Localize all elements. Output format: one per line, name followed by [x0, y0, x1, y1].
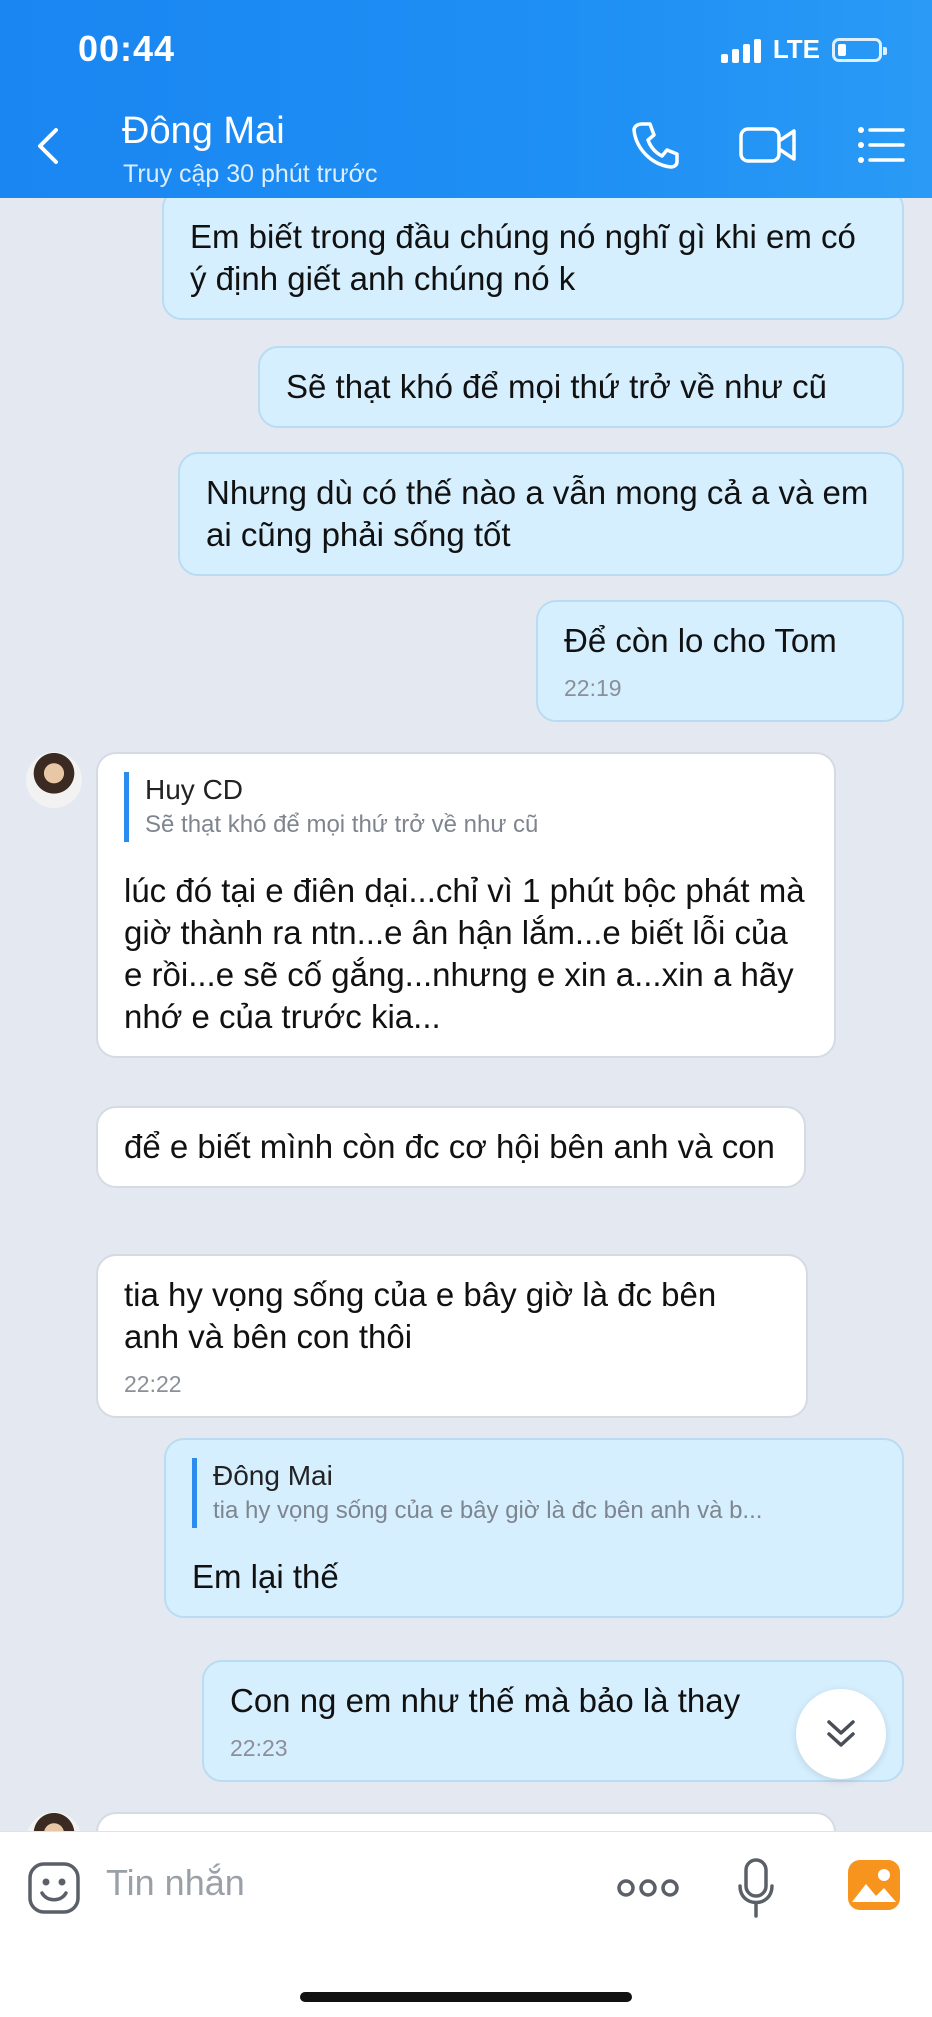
phone-icon[interactable]	[630, 120, 680, 170]
message-bubble[interactable]: Sẽ thạt khó để mọi thứ trở về như cũ	[258, 346, 904, 428]
battery-icon	[832, 37, 887, 62]
message-text: lúc đó tại e điên dại...chỉ vì 1 phút bộ…	[124, 872, 805, 1035]
status-indicators: LTE	[720, 34, 887, 65]
message-bubble[interactable]: Đông Mai tia hy vọng sống của e bây giờ …	[164, 1438, 904, 1618]
message-bubble[interactable]: Em biết trong đầu chúng nó nghĩ gì khi e…	[162, 198, 904, 320]
message-input[interactable]: Tin nhắn	[106, 1862, 245, 1904]
message-text: để e biết mình còn đc cơ hội bên anh và …	[124, 1128, 775, 1165]
message-list[interactable]: Em biết trong đầu chúng nó nghĩ gì khi e…	[0, 198, 932, 1831]
message-text: Sẽ thạt khó để mọi thứ trở về như cũ	[286, 368, 827, 405]
chat-header: 00:44 LTE Đông Mai Truy cập 30 phút trướ…	[0, 0, 932, 198]
signal-icon	[720, 37, 761, 63]
video-icon[interactable]	[738, 120, 798, 170]
message-time: 22:22	[124, 1371, 182, 1397]
message-text: Con ng em như thế mà bảo là thay	[230, 1682, 741, 1719]
message-bubble[interactable]: Nhưng dù có thế nào a vẫn mong cả a và e…	[178, 452, 904, 576]
last-seen-status: Truy cập 30 phút trước	[123, 160, 378, 188]
message-text: Để còn lo cho Tom	[564, 622, 837, 659]
message-text: Em biết trong đầu chúng nó nghĩ gì khi e…	[190, 218, 856, 297]
quote-sender: Đông Mai	[213, 1460, 333, 1491]
reply-quote[interactable]: Huy CD Sẽ thạt khó để mọi thứ trở về như…	[124, 772, 808, 842]
avatar[interactable]	[26, 1812, 82, 1831]
message-bubble[interactable]: Huy CD Sẽ thạt khó để mọi thứ trở về như…	[96, 752, 836, 1058]
message-text: Nhưng dù có thế nào a vẫn mong cả a và e…	[206, 474, 869, 553]
home-indicator	[300, 1992, 632, 2002]
message-text: tia hy vọng sống của e bây giờ là đc bên…	[124, 1276, 717, 1355]
message-bubble[interactable]: để e biết mình còn đc cơ hội bên anh và …	[96, 1106, 806, 1188]
network-label: LTE	[772, 34, 820, 64]
quote-text: Sẽ thạt khó để mọi thứ trở về như cũ	[145, 811, 539, 838]
quote-text: tia hy vọng sống của e bây giờ là đc bên…	[213, 1497, 763, 1524]
message-text: Em lại thế	[192, 1558, 339, 1595]
reply-quote[interactable]: Đông Mai tia hy vọng sống của e bây giờ …	[192, 1458, 876, 1528]
message-composer: Tin nhắn	[0, 1831, 932, 2017]
more-icon[interactable]	[616, 1872, 680, 1904]
image-icon[interactable]	[846, 1858, 902, 1912]
avatar[interactable]	[26, 752, 82, 808]
message-bubble[interactable]: tia hy vọng sống của e bây giờ là đc bên…	[96, 1254, 808, 1418]
menu-icon[interactable]	[856, 120, 906, 170]
message-time: 22:23	[230, 1735, 288, 1761]
scroll-down-icon	[827, 1720, 855, 1747]
mic-icon[interactable]	[736, 1856, 776, 1920]
status-time: 00:44	[78, 28, 176, 69]
quote-sender: Huy CD	[145, 774, 244, 805]
sticker-icon[interactable]	[26, 1860, 82, 1916]
message-time: 22:19	[564, 675, 622, 701]
back-icon[interactable]	[30, 126, 70, 166]
message-bubble[interactable]: Để còn lo cho Tom 22:19	[536, 600, 904, 722]
scroll-down-button[interactable]	[796, 1689, 886, 1779]
message-bubble-partial[interactable]	[96, 1812, 836, 1831]
contact-name[interactable]: Đông Mai	[122, 110, 285, 153]
